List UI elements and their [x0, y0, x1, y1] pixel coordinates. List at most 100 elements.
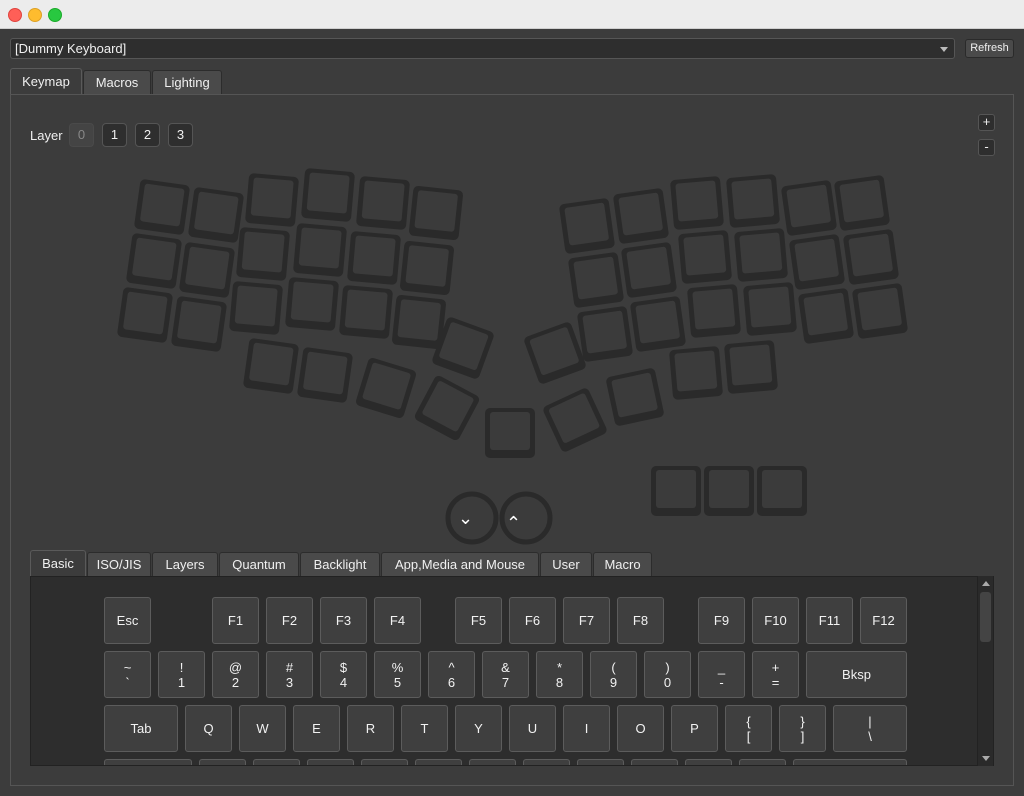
tab-macro[interactable]: Macro — [593, 552, 652, 576]
keycode-f8[interactable]: F8 — [617, 597, 664, 644]
keycode-9[interactable]: (9 — [590, 651, 637, 698]
keycode-tab[interactable]: Tab — [104, 705, 178, 752]
keycode-backspace[interactable]: Bksp — [806, 651, 907, 698]
keymap-key[interactable] — [236, 227, 290, 281]
keycode-e[interactable]: E — [293, 705, 340, 752]
keymap-key[interactable] — [400, 241, 455, 296]
scroll-up-icon[interactable] — [982, 581, 990, 586]
keycode-f4[interactable]: F4 — [374, 597, 421, 644]
keymap-key[interactable] — [392, 295, 447, 350]
keycode-k[interactable] — [577, 759, 624, 765]
keymap-key[interactable] — [781, 180, 837, 236]
tab-user[interactable]: User — [540, 552, 592, 576]
keycode-f2[interactable]: F2 — [266, 597, 313, 644]
keycode-q[interactable]: Q — [185, 705, 232, 752]
keycode-7[interactable]: & 7 — [482, 651, 529, 698]
keycode-equal[interactable]: + = — [752, 651, 799, 698]
keycode-enter[interactable] — [793, 759, 907, 765]
keycode-y[interactable]: Y — [455, 705, 502, 752]
keycode-w[interactable]: W — [239, 705, 286, 752]
keymap-key[interactable] — [413, 374, 481, 442]
keycode-a[interactable] — [199, 759, 246, 765]
keycode-f10[interactable]: F10 — [752, 597, 799, 644]
keymap-key[interactable] — [523, 321, 587, 385]
keycode-f12[interactable]: F12 — [860, 597, 907, 644]
keycode-u[interactable]: U — [509, 705, 556, 752]
keymap-key[interactable] — [843, 229, 899, 285]
keymap-key[interactable] — [605, 367, 664, 426]
keycode-s[interactable] — [253, 759, 300, 765]
keycode-semicolon[interactable] — [685, 759, 732, 765]
keycode-g[interactable] — [415, 759, 462, 765]
keycode-quote[interactable] — [739, 759, 786, 765]
keycode-r[interactable]: R — [347, 705, 394, 752]
keycode-0[interactable]: ) 0 — [644, 651, 691, 698]
keycode-h[interactable] — [469, 759, 516, 765]
keycode-o[interactable]: O — [617, 705, 664, 752]
keycode-minus[interactable]: _ - — [698, 651, 745, 698]
keycode-2[interactable]: @2 — [212, 651, 259, 698]
keycode-scrollbar[interactable] — [977, 576, 993, 766]
refresh-button[interactable]: Refresh — [965, 39, 1014, 58]
keycode-f3[interactable]: F3 — [320, 597, 367, 644]
keycode-f7[interactable]: F7 — [563, 597, 610, 644]
tab-macros[interactable]: Macros — [83, 70, 151, 94]
keycode-f5[interactable]: F5 — [455, 597, 502, 644]
keymap-key[interactable] — [852, 283, 908, 339]
keymap-key[interactable] — [726, 174, 780, 228]
keymap-key[interactable] — [293, 223, 347, 277]
tab-backlight[interactable]: Backlight — [300, 552, 380, 576]
keymap-key[interactable] — [355, 357, 417, 419]
keyboard-select[interactable]: [Dummy Keyboard] — [10, 38, 955, 59]
keymap-key[interactable] — [687, 284, 741, 338]
keycode-6[interactable]: ^ 6 — [428, 651, 475, 698]
keycode-4[interactable]: $4 — [320, 651, 367, 698]
tab-lighting[interactable]: Lighting — [152, 70, 222, 94]
keycode-l[interactable] — [631, 759, 678, 765]
scrollbar-thumb[interactable] — [980, 592, 991, 642]
keycode-f6[interactable]: F6 — [509, 597, 556, 644]
keymap-key[interactable] — [577, 306, 633, 362]
keymap-key[interactable] — [704, 466, 754, 516]
keycode-f[interactable] — [361, 759, 408, 765]
keycode-esc[interactable]: Esc — [104, 597, 151, 644]
keymap-key[interactable] — [297, 347, 353, 403]
keymap-key[interactable] — [670, 176, 724, 230]
keycode-3[interactable]: #3 — [266, 651, 313, 698]
keycode-p[interactable]: P — [671, 705, 718, 752]
keycode-d[interactable] — [307, 759, 354, 765]
keycode-f11[interactable]: F11 — [806, 597, 853, 644]
keymap-key[interactable] — [743, 282, 797, 336]
keymap-key[interactable] — [630, 296, 686, 352]
keymap-key[interactable] — [117, 287, 173, 343]
keymap-key[interactable] — [229, 281, 283, 335]
keycode-f9[interactable]: F9 — [698, 597, 745, 644]
keymap-key[interactable] — [339, 285, 393, 339]
keycode-5[interactable]: % 5 — [374, 651, 421, 698]
keymap-key[interactable] — [678, 230, 732, 284]
keymap-key[interactable] — [347, 231, 401, 285]
keymap-key[interactable] — [356, 176, 410, 230]
tab-basic[interactable]: Basic — [30, 550, 86, 577]
keymap-key[interactable] — [559, 198, 615, 254]
keymap-key[interactable] — [134, 179, 190, 235]
keymap-key[interactable] — [285, 277, 339, 331]
keycode-caps[interactable] — [104, 759, 192, 765]
keymap-key[interactable] — [126, 233, 182, 289]
keymap-key[interactable] — [188, 187, 244, 243]
keymap-key[interactable] — [245, 173, 299, 227]
zoom-window-button[interactable] — [48, 8, 62, 22]
minimize-window-button[interactable] — [28, 8, 42, 22]
keymap-key[interactable] — [568, 252, 624, 308]
tab-keymap[interactable]: Keymap — [10, 68, 82, 95]
keymap-key[interactable] — [757, 466, 807, 516]
keycode-t[interactable]: T — [401, 705, 448, 752]
keycode-grave[interactable]: ~ ` — [104, 651, 151, 698]
keymap-key[interactable] — [651, 466, 701, 516]
tab-iso-jis[interactable]: ISO/JIS — [87, 552, 151, 576]
keymap-key[interactable] — [409, 186, 464, 241]
keymap-key[interactable] — [621, 242, 677, 298]
keymap-key[interactable] — [613, 188, 669, 244]
keycode-j[interactable] — [523, 759, 570, 765]
keycode-f1[interactable]: F1 — [212, 597, 259, 644]
